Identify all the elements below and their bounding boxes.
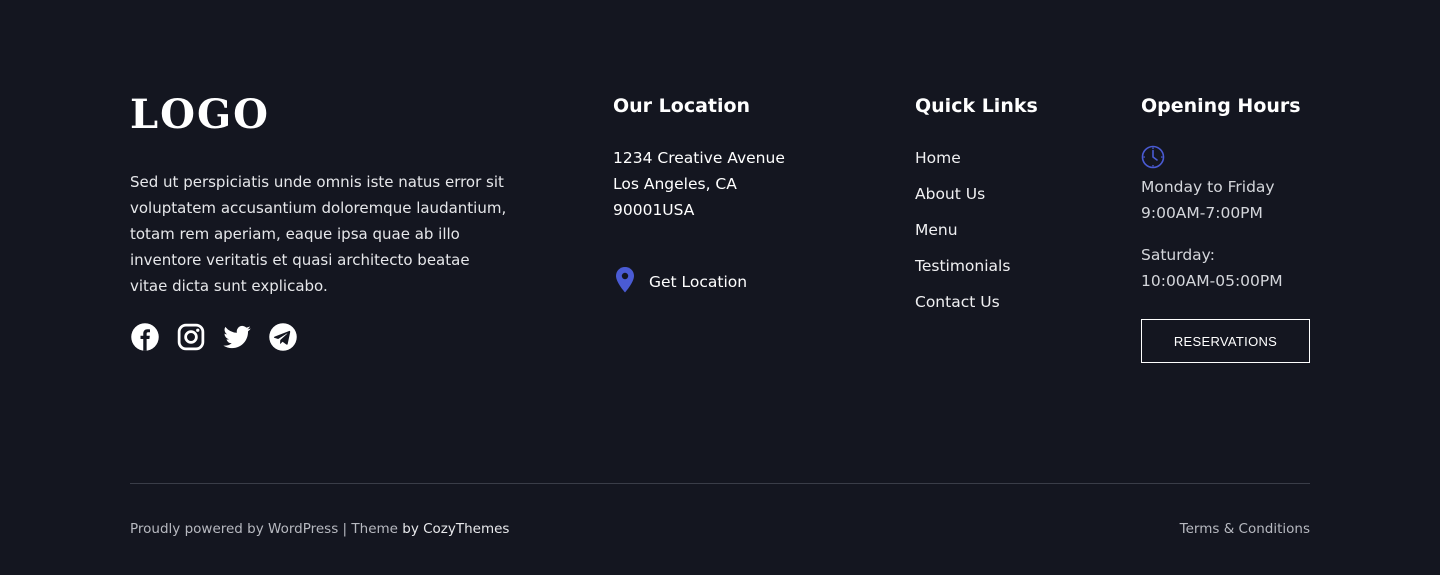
saturday-label: Saturday: — [1141, 246, 1215, 264]
quick-link-about-us[interactable]: About Us — [915, 181, 1010, 217]
clock-icon — [1141, 145, 1165, 169]
quick-link-contact-us[interactable]: Contact Us — [915, 289, 1010, 325]
reservations-button[interactable]: RESERVATIONS — [1141, 319, 1310, 363]
instagram-icon[interactable] — [176, 322, 206, 352]
map-pin-icon — [613, 266, 637, 298]
quick-link-testimonials[interactable]: Testimonials — [915, 253, 1010, 289]
footer-logo[interactable]: LOGO — [130, 93, 270, 137]
quick-link-menu[interactable]: Menu — [915, 217, 1010, 253]
site-footer: LOGO Sed ut perspiciatis unde omnis iste… — [0, 0, 1440, 575]
get-location-link[interactable]: Get Location — [613, 266, 747, 298]
opening-hours-title: Opening Hours — [1141, 95, 1301, 117]
about-description: Sed ut perspiciatis unde omnis iste natu… — [130, 173, 507, 295]
address-line: Los Angeles, CA — [613, 175, 737, 193]
quick-link-home[interactable]: Home — [915, 145, 1010, 181]
theme-author-link[interactable]: by CozyThemes — [402, 521, 509, 537]
saturday-time: 10:00AM-05:00PM — [1141, 272, 1283, 290]
wordpress-link[interactable]: Proudly powered by WordPress — [130, 521, 338, 537]
social-links — [130, 322, 298, 352]
address-line: 1234 Creative Avenue — [613, 149, 785, 167]
address-block: 1234 Creative Avenue Los Angeles, CA 900… — [613, 145, 785, 223]
weekday-label: Monday to Friday — [1141, 178, 1275, 196]
copyright-text: Proudly powered by WordPress | Theme by … — [130, 519, 509, 539]
weekday-hours: Monday to Friday 9:00AM-7:00PM — [1141, 174, 1275, 226]
twitter-icon[interactable] — [222, 322, 252, 352]
terms-link[interactable]: Terms & Conditions — [1180, 519, 1310, 539]
footer-divider — [130, 483, 1310, 484]
separator: | — [338, 521, 352, 537]
quick-links-list: Home About Us Menu Testimonials Contact … — [915, 145, 1010, 325]
theme-prefix: Theme — [351, 521, 403, 537]
telegram-icon[interactable] — [268, 322, 298, 352]
location-title: Our Location — [613, 95, 751, 117]
quick-links-title: Quick Links — [915, 95, 1038, 117]
address-line: 90001USA — [613, 201, 695, 219]
get-location-label: Get Location — [649, 273, 748, 291]
saturday-hours: Saturday: 10:00AM-05:00PM — [1141, 242, 1283, 294]
facebook-icon[interactable] — [130, 322, 160, 352]
weekday-time: 9:00AM-7:00PM — [1141, 204, 1263, 222]
